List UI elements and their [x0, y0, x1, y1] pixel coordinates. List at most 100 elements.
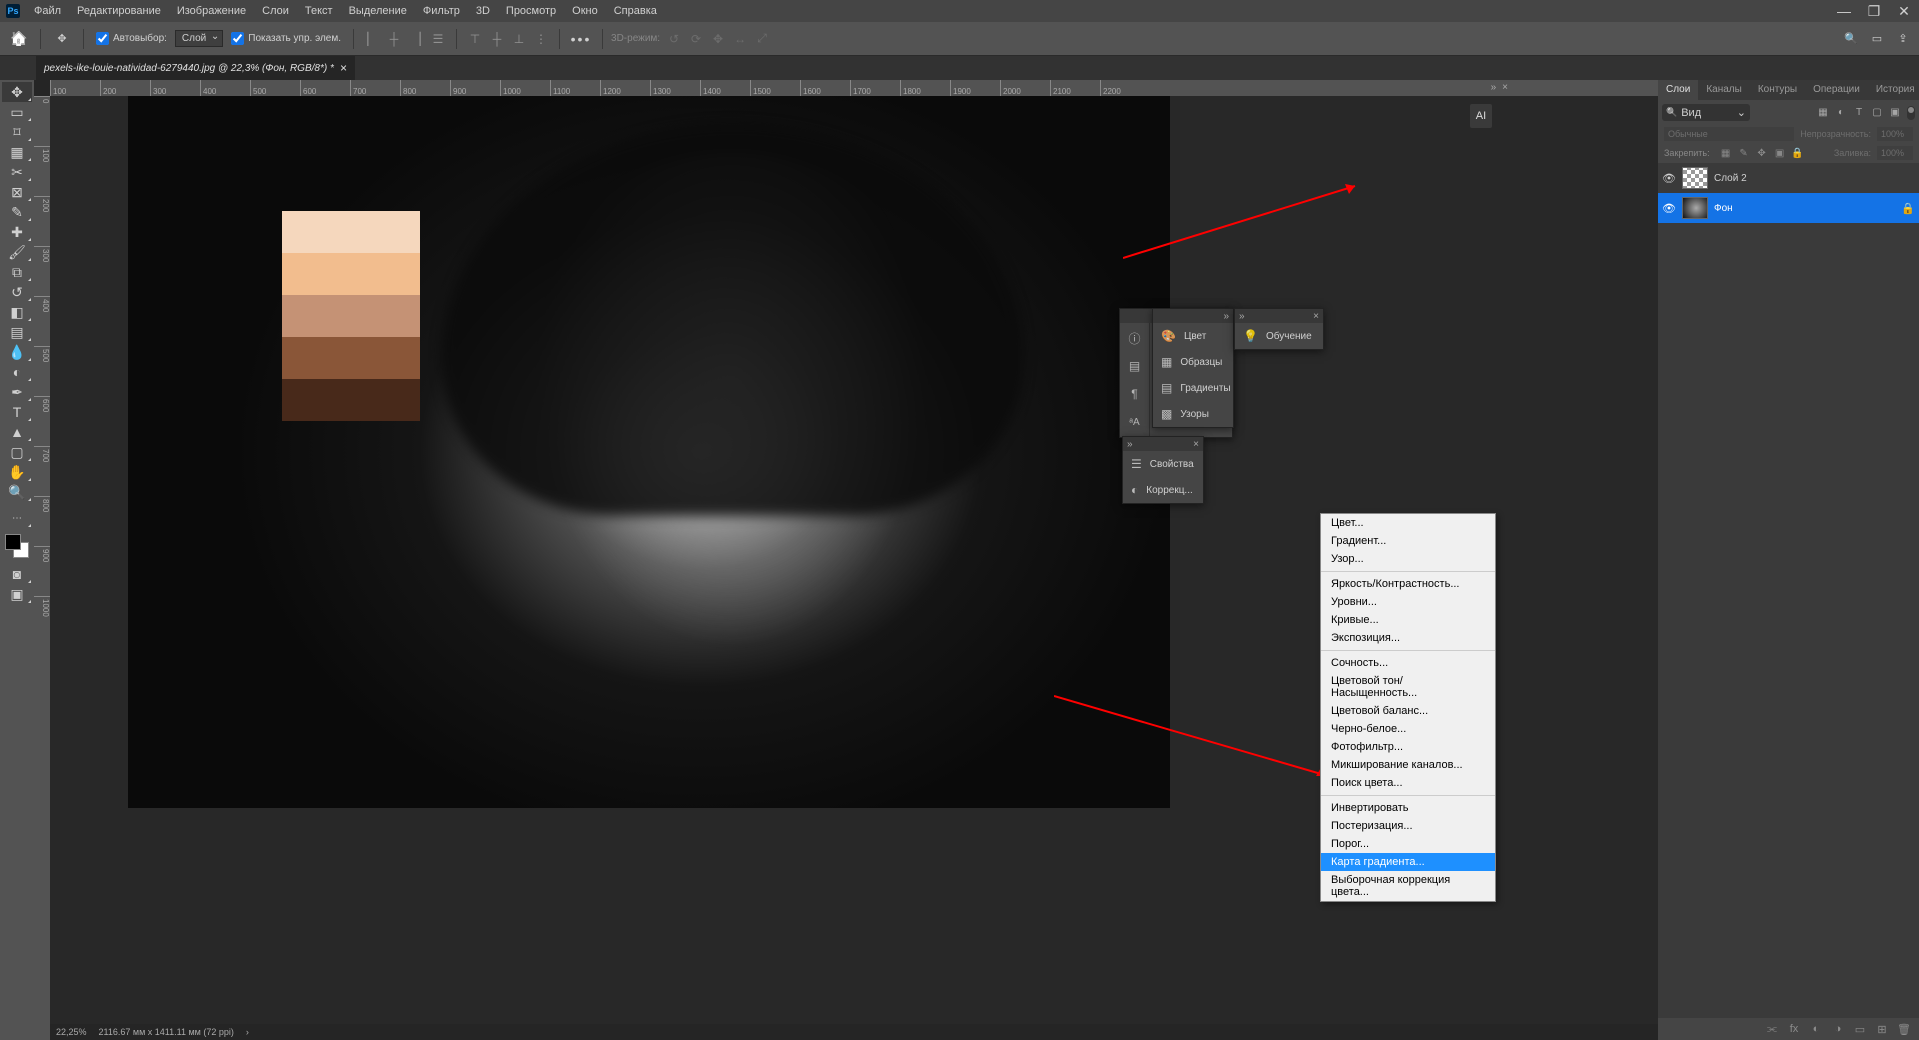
- eraser-tool[interactable]: ◧: [2, 302, 32, 322]
- tab-history[interactable]: История: [1868, 80, 1919, 100]
- filter-adjust-icon[interactable]: ◐: [1833, 105, 1849, 121]
- lock-pixels-icon[interactable]: ▦: [1718, 145, 1734, 161]
- context-menu-item[interactable]: Цвет...: [1321, 514, 1495, 532]
- align-center-h-icon[interactable]: ┼: [384, 29, 404, 49]
- lock-all-icon[interactable]: 🔒: [1790, 145, 1806, 161]
- context-menu-item[interactable]: Градиент...: [1321, 532, 1495, 550]
- context-menu-item[interactable]: Цветовой тон/Насыщенность...: [1321, 672, 1495, 702]
- dodge-tool[interactable]: ◐: [2, 362, 32, 382]
- layer-thumbnail[interactable]: [1682, 167, 1708, 189]
- marquee-tool[interactable]: ▭: [2, 102, 32, 122]
- hand-tool[interactable]: ✋: [2, 462, 32, 482]
- edit-toolbar[interactable]: ⋯: [2, 508, 32, 528]
- tab-layers[interactable]: Слои: [1658, 80, 1698, 100]
- filter-smart-icon[interactable]: ▣: [1887, 105, 1903, 121]
- panel-patterns-tab[interactable]: ▩Узоры: [1153, 401, 1243, 427]
- pen-tool[interactable]: ✒: [2, 382, 32, 402]
- menu-3d[interactable]: 3D: [468, 0, 498, 22]
- auto-select-checkbox[interactable]: Автовыбор:: [92, 32, 171, 45]
- visibility-icon[interactable]: 👁: [1662, 172, 1676, 185]
- lasso-tool[interactable]: ⌑: [2, 122, 32, 142]
- panel-properties-tab[interactable]: ☰Свойства: [1123, 451, 1213, 477]
- menu-file[interactable]: Файл: [26, 0, 69, 22]
- filter-toggle[interactable]: [1907, 106, 1915, 120]
- color-swatches[interactable]: [5, 534, 29, 558]
- panel-swatches-tab[interactable]: ▦Образцы: [1153, 349, 1243, 375]
- layer-row[interactable]: 👁 Фон 🔒: [1658, 193, 1919, 223]
- frame-tool[interactable]: ⊠: [2, 182, 32, 202]
- zoom-level[interactable]: 22,25%: [56, 1027, 87, 1037]
- context-menu-item[interactable]: Яркость/Контрастность...: [1321, 575, 1495, 593]
- collapse-tabs[interactable]: »×: [1489, 80, 1510, 95]
- history-brush-tool[interactable]: ↺: [2, 282, 32, 302]
- context-menu-item[interactable]: Кривые...: [1321, 611, 1495, 629]
- group-icon[interactable]: ▭: [1851, 1023, 1869, 1036]
- home-button[interactable]: [6, 26, 32, 52]
- search-icon[interactable]: 🔍: [1841, 29, 1861, 49]
- blend-mode-select[interactable]: Обычные: [1664, 127, 1794, 141]
- screenmode-tool[interactable]: ▣: [2, 584, 32, 604]
- context-menu-item[interactable]: Инвертировать: [1321, 799, 1495, 817]
- visibility-icon[interactable]: 👁: [1662, 202, 1676, 215]
- context-menu-item[interactable]: Экспозиция...: [1321, 629, 1495, 647]
- layer-name[interactable]: Фон: [1714, 203, 1733, 214]
- menu-select[interactable]: Выделение: [341, 0, 415, 22]
- tab-channels[interactable]: Каналы: [1698, 80, 1750, 100]
- lock-position-icon[interactable]: ✥: [1754, 145, 1770, 161]
- fill-value[interactable]: 100%: [1877, 146, 1913, 160]
- eyedropper-tool[interactable]: ✎: [2, 202, 32, 222]
- show-transform-checkbox[interactable]: Показать упр. элем.: [227, 32, 345, 45]
- layer-row[interactable]: 👁 Слой 2: [1658, 163, 1919, 193]
- info-icon[interactable]: ⓘ: [1124, 327, 1146, 349]
- panel-color-tab[interactable]: 🎨Цвет: [1153, 323, 1243, 349]
- context-menu-item[interactable]: Сочность...: [1321, 654, 1495, 672]
- context-menu-item[interactable]: Уровни...: [1321, 593, 1495, 611]
- context-menu-item[interactable]: Микширование каналов...: [1321, 756, 1495, 774]
- auto-select-mode[interactable]: Слой: [175, 30, 223, 47]
- path-select-tool[interactable]: ▲: [2, 422, 32, 442]
- lock-artboard-icon[interactable]: ▣: [1772, 145, 1788, 161]
- window-close[interactable]: ✕: [1889, 0, 1919, 22]
- panel-learn-tab[interactable]: 💡Обучение: [1235, 323, 1325, 349]
- workspace-icon[interactable]: ▭: [1867, 29, 1887, 49]
- document-tab[interactable]: pexels-ike-louie-natividad-6279440.jpg @…: [36, 56, 355, 80]
- zoom-tool[interactable]: 🔍: [2, 482, 32, 502]
- menu-image[interactable]: Изображение: [169, 0, 254, 22]
- context-menu-item[interactable]: Порог...: [1321, 835, 1495, 853]
- panel-adjustments-tab[interactable]: ◐Коррекц...: [1123, 477, 1213, 503]
- move-tool[interactable]: ✥: [2, 82, 32, 102]
- close-tab-icon[interactable]: ×: [340, 61, 347, 75]
- filter-type-icon[interactable]: T: [1851, 105, 1867, 121]
- panel-gradients-tab[interactable]: ▤Градиенты: [1153, 375, 1243, 401]
- context-menu-item[interactable]: Фотофильтр...: [1321, 738, 1495, 756]
- context-menu-item[interactable]: Выборочная коррекция цвета...: [1321, 871, 1495, 901]
- healing-tool[interactable]: ✚: [2, 222, 32, 242]
- menu-filter[interactable]: Фильтр: [415, 0, 468, 22]
- layer-filter-kind[interactable]: Вид⌄: [1662, 104, 1750, 121]
- context-menu-item[interactable]: Цветовой баланс...: [1321, 702, 1495, 720]
- align-distribute-icon[interactable]: ☰: [428, 29, 448, 49]
- align-middle-icon[interactable]: ┼: [487, 29, 507, 49]
- window-maximize[interactable]: ❐: [1859, 0, 1889, 22]
- tab-paths[interactable]: Контуры: [1750, 80, 1805, 100]
- properties-icon[interactable]: ▤: [1124, 355, 1146, 377]
- menu-help[interactable]: Справка: [606, 0, 665, 22]
- context-menu-item[interactable]: Поиск цвета...: [1321, 774, 1495, 792]
- document-image[interactable]: [128, 96, 1170, 808]
- layer-name[interactable]: Слой 2: [1714, 173, 1747, 184]
- stamp-tool[interactable]: ⧉: [2, 262, 32, 282]
- delete-layer-icon[interactable]: 🗑: [1895, 1023, 1913, 1036]
- character-icon[interactable]: ¶: [1124, 383, 1146, 405]
- context-menu-item[interactable]: Черно-белое...: [1321, 720, 1495, 738]
- type-tool[interactable]: T: [2, 402, 32, 422]
- layer-thumbnail[interactable]: [1682, 197, 1708, 219]
- share-icon[interactable]: ⇪: [1893, 29, 1913, 49]
- gradient-tool[interactable]: ▤: [2, 322, 32, 342]
- more-options[interactable]: •••: [568, 26, 594, 52]
- menu-layers[interactable]: Слои: [254, 0, 297, 22]
- glyph-icon[interactable]: ᵃA: [1124, 411, 1146, 433]
- context-menu-item[interactable]: Узор...: [1321, 550, 1495, 568]
- lock-paint-icon[interactable]: ✎: [1736, 145, 1752, 161]
- link-layers-icon[interactable]: ⫘: [1763, 1023, 1781, 1036]
- brush-tool[interactable]: 🖌: [2, 242, 32, 262]
